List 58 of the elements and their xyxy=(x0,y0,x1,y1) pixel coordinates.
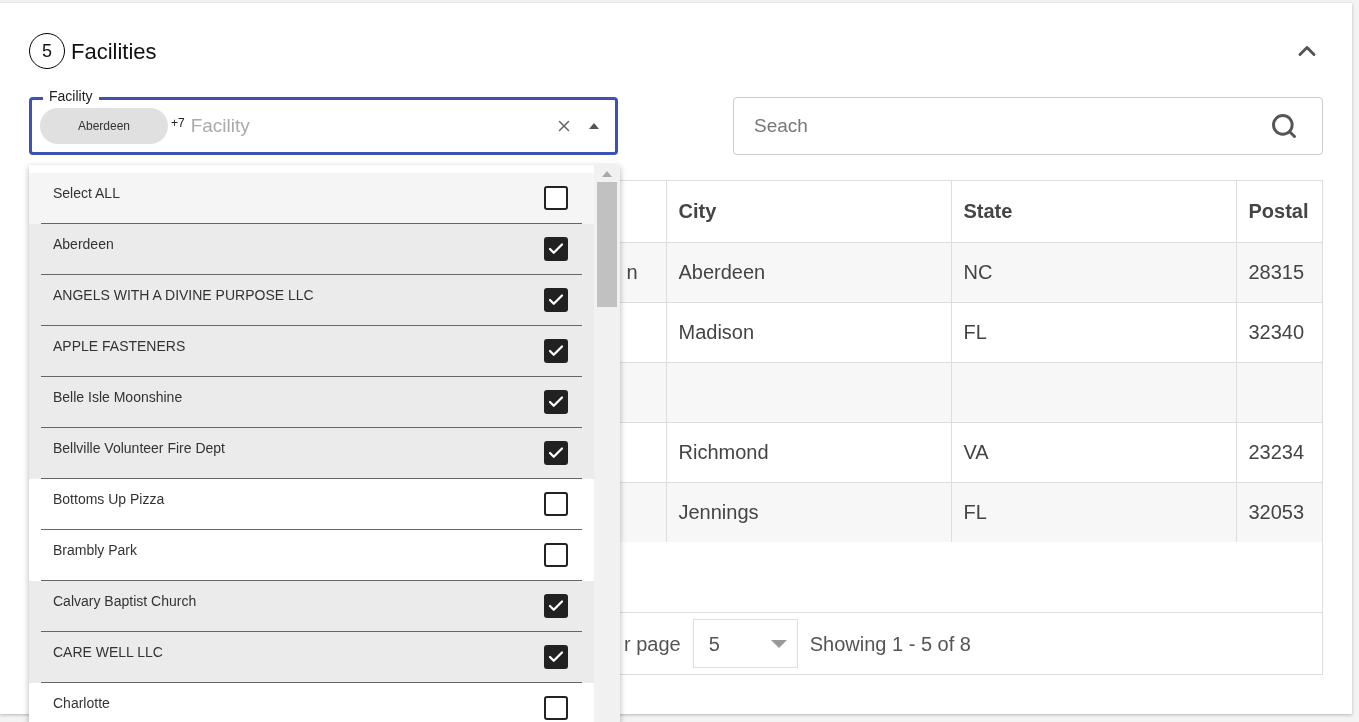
option-label: Brambly Park xyxy=(53,540,138,560)
checkbox[interactable] xyxy=(544,237,568,261)
option-label: Charlotte xyxy=(53,693,110,713)
scrollbar[interactable] xyxy=(594,165,620,722)
search-input[interactable]: Seach xyxy=(754,111,1270,141)
checkbox[interactable] xyxy=(544,339,568,363)
table-cell: Richmond xyxy=(678,441,769,463)
dropdown-option[interactable]: Bellville Volunteer Fire Dept xyxy=(29,428,594,479)
checkbox[interactable] xyxy=(544,390,568,414)
table-cell: 23234 xyxy=(1248,441,1305,463)
per-page-select[interactable]: 5 xyxy=(692,619,798,668)
option-label: Select ALL xyxy=(53,183,120,203)
selected-chip[interactable]: Aberdeen xyxy=(40,108,168,144)
search-icon[interactable] xyxy=(1270,112,1298,140)
caret-down-icon[interactable] xyxy=(770,639,787,648)
option-label: CARE WELL LLC xyxy=(53,642,163,662)
per-page-label: r page xyxy=(624,631,681,657)
table-cell: n xyxy=(626,261,638,283)
table-cell: FL xyxy=(963,321,987,343)
dropdown-option[interactable]: Belle Isle Moonshine xyxy=(29,377,594,428)
checkbox[interactable] xyxy=(544,696,568,720)
table-cell: Madison xyxy=(678,321,755,343)
option-label: ANGELS WITH A DIVINE PURPOSE LLC xyxy=(53,285,314,305)
checkbox[interactable] xyxy=(544,543,568,567)
table-cell: NC xyxy=(963,261,993,283)
table-cell: Jennings xyxy=(678,501,759,524)
table-cell: 32340 xyxy=(1248,321,1305,343)
option-label: Calvary Baptist Church xyxy=(53,591,197,611)
dropdown-option[interactable]: APPLE FASTENERS xyxy=(29,326,594,377)
option-label: Bellville Volunteer Fire Dept xyxy=(53,438,225,458)
table-cell: Aberdeen xyxy=(678,261,766,283)
search-field[interactable]: Seach xyxy=(733,97,1323,155)
table-cell: VA xyxy=(963,441,989,463)
checkbox[interactable] xyxy=(544,645,568,669)
page-summary: Showing 1 - 5 of 8 xyxy=(809,631,971,657)
caret-up-icon[interactable] xyxy=(589,123,599,129)
dropdown-option[interactable]: CARE WELL LLC xyxy=(29,632,594,683)
option-label: Bottoms Up Pizza xyxy=(53,489,165,509)
table-cell: 28315 xyxy=(1248,261,1305,283)
dropdown-option[interactable]: Aberdeen xyxy=(29,224,594,275)
more-count: +7 xyxy=(171,115,185,132)
dropdown-option[interactable]: ANGELS WITH A DIVINE PURPOSE LLC xyxy=(29,275,594,326)
section-title: Facilities xyxy=(71,37,157,66)
dropdown-option[interactable]: Calvary Baptist Church xyxy=(29,581,594,632)
option-label: Aberdeen xyxy=(53,234,114,254)
scrollbar-thumb[interactable] xyxy=(597,182,617,307)
option-label: Belle Isle Moonshine xyxy=(53,387,183,407)
checkbox[interactable] xyxy=(544,492,568,516)
select-all-option[interactable]: Select ALL xyxy=(29,173,594,224)
checkbox[interactable] xyxy=(544,441,568,465)
field-label: Facility xyxy=(43,87,99,105)
table-cell: 32053 xyxy=(1248,501,1305,524)
checkbox[interactable] xyxy=(544,594,568,618)
facility-input[interactable]: Facility xyxy=(190,111,555,141)
option-label: APPLE FASTENERS xyxy=(53,336,186,356)
table-cell: FL xyxy=(963,501,987,524)
checkbox[interactable] xyxy=(544,186,568,210)
checkbox[interactable] xyxy=(544,288,568,312)
